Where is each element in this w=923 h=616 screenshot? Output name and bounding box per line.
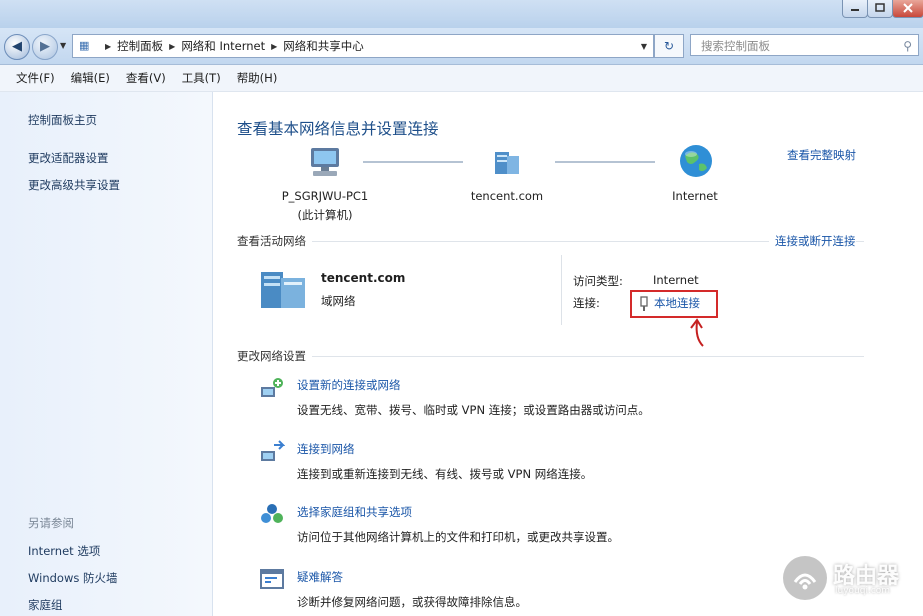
globe-icon: [680, 145, 712, 177]
task-homegroup-link[interactable]: 选择家庭组和共享选项: [297, 504, 412, 520]
history-dropdown-icon[interactable]: ▼: [60, 41, 66, 50]
computer-node-label: P_SGRJWU-PC1: [281, 189, 369, 203]
connector-line: [363, 161, 463, 163]
minimize-button[interactable]: [842, 0, 868, 18]
forward-button[interactable]: ▶: [32, 34, 58, 60]
connect-network-icon: [261, 440, 285, 461]
back-arrow-icon: ◀: [12, 39, 22, 54]
main-content: 查看基本网络信息并设置连接 查看完整映射 P_SGRJWU-PC1 (此计算机)…: [213, 92, 923, 616]
active-networks-heading: 查看活动网络: [237, 233, 312, 249]
connections-label: 连接:: [573, 296, 600, 310]
domain-network-icon: [261, 272, 305, 308]
homegroup-icon: [261, 504, 283, 523]
sidebar-link-change-adapter-settings[interactable]: 更改适配器设置: [28, 150, 109, 166]
red-arrow-annotation: [690, 318, 704, 347]
search-placeholder: 搜索控制面板: [701, 39, 770, 53]
maximize-button[interactable]: [867, 0, 893, 18]
watermark: 路由器 luyouqi.com: [783, 556, 913, 602]
menu-tools[interactable]: 工具(T): [182, 70, 221, 86]
menu-bar: 文件(F) 编辑(E) 查看(V) 工具(T) 帮助(H): [0, 65, 923, 92]
menu-view[interactable]: 查看(V): [126, 70, 166, 86]
page-title: 查看基本网络信息并设置连接: [237, 120, 439, 138]
search-input[interactable]: 搜索控制面板 ⚲: [690, 34, 919, 56]
sidebar-link-internet-options[interactable]: Internet 选项: [28, 543, 100, 559]
watermark-logo-icon: [783, 556, 827, 600]
sidebar-link-control-panel-home[interactable]: 控制面板主页: [28, 112, 97, 128]
network-icon: [495, 152, 519, 174]
section-divider: [237, 356, 864, 357]
chevron-right-icon[interactable]: ▶: [271, 42, 277, 51]
menu-edit[interactable]: 编辑(E): [71, 70, 110, 86]
task-homegroup-desc: 访问位于其他网络计算机上的文件和打印机，或更改共享设置。: [297, 530, 619, 544]
internet-node-label: Internet: [672, 189, 718, 203]
sidebar-link-homegroup[interactable]: 家庭组: [28, 597, 63, 613]
task-setup-connection-link[interactable]: 设置新的连接或网络: [297, 377, 401, 393]
task-troubleshoot-desc: 诊断并修复网络问题，或获得故障排除信息。: [297, 595, 527, 609]
title-bar: [0, 0, 923, 28]
local-connection-link[interactable]: 本地连接: [654, 295, 700, 311]
ethernet-connection-icon: [640, 296, 648, 311]
troubleshoot-icon: [260, 569, 284, 589]
task-setup-connection-desc: 设置无线、宽带、拨号、临时或 VPN 连接；或设置路由器或访问点。: [297, 403, 650, 417]
breadcrumb-control-panel[interactable]: 控制面板: [117, 38, 163, 54]
access-type-value: Internet: [653, 273, 699, 287]
network-node-label: tencent.com: [470, 189, 544, 203]
minimize-icon: [851, 9, 859, 11]
task-connect-network-desc: 连接到或重新连接到无线、有线、拨号或 VPN 网络连接。: [297, 467, 593, 481]
maximize-icon: [875, 3, 885, 12]
computer-node-sublabel: (此计算机): [297, 208, 353, 222]
address-bar: ◀ ▶ ▼ ▦ ▶ 控制面板 ▶ 网络和 Internet ▶ 网络和共享中心 …: [0, 28, 923, 65]
see-full-map-link[interactable]: 查看完整映射: [787, 147, 856, 163]
close-icon: [903, 3, 913, 13]
connector-line: [555, 161, 655, 163]
address-dropdown-icon[interactable]: ▼: [641, 42, 647, 51]
chevron-right-icon[interactable]: ▶: [105, 42, 111, 51]
connect-disconnect-link[interactable]: 连接或断开连接: [769, 233, 856, 249]
forward-arrow-icon: ▶: [40, 39, 50, 54]
sidebar: 控制面板主页 更改适配器设置 更改高级共享设置 另请参阅 Internet 选项…: [0, 92, 213, 616]
menu-file[interactable]: 文件(F): [16, 70, 55, 86]
sidebar-link-advanced-sharing[interactable]: 更改高级共享设置: [28, 177, 120, 193]
chevron-right-icon[interactable]: ▶: [169, 42, 175, 51]
active-network-type[interactable]: 域网络: [321, 293, 356, 309]
new-connection-icon: [261, 378, 283, 397]
task-troubleshoot-link[interactable]: 疑难解答: [297, 569, 343, 585]
divider: [561, 255, 562, 325]
see-also-heading: 另请参阅: [28, 516, 74, 530]
watermark-url: luyouqi.com: [835, 586, 891, 596]
computer-icon: [311, 148, 339, 176]
change-settings-heading: 更改网络设置: [237, 348, 312, 364]
refresh-icon: ↻: [663, 39, 675, 53]
breadcrumb[interactable]: ▦ ▶ 控制面板 ▶ 网络和 Internet ▶ 网络和共享中心 ▼: [72, 34, 654, 58]
close-button[interactable]: [892, 0, 923, 18]
task-connect-network-link[interactable]: 连接到网络: [297, 441, 355, 457]
sidebar-link-windows-firewall[interactable]: Windows 防火墙: [28, 570, 118, 586]
control-panel-icon: ▦: [79, 39, 90, 52]
access-type-label: 访问类型:: [573, 274, 623, 288]
back-button[interactable]: ◀: [4, 34, 30, 60]
breadcrumb-network-internet[interactable]: 网络和 Internet: [181, 38, 265, 54]
menu-help[interactable]: 帮助(H): [237, 70, 278, 86]
breadcrumb-network-sharing-center[interactable]: 网络和共享中心: [283, 38, 364, 54]
search-icon: ⚲: [903, 39, 912, 53]
refresh-button[interactable]: ↻: [654, 34, 684, 58]
active-network-name: tencent.com: [321, 271, 406, 285]
